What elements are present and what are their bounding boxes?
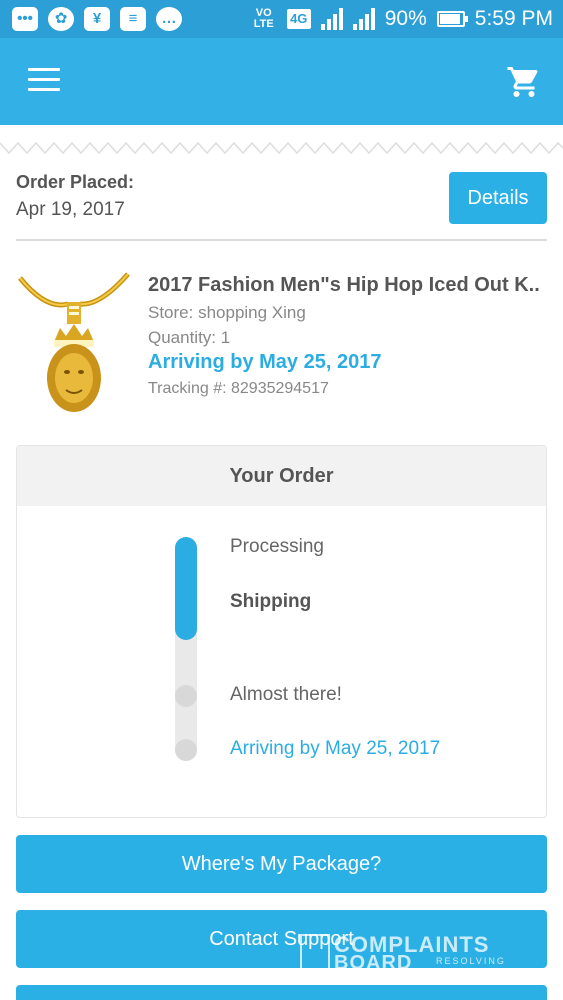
order-progress-card: Your Order Processing Shipping Almost th… [16, 445, 547, 818]
status-system-icons: VO LTE 4G 90% 5:59 PM [251, 7, 553, 31]
clock: 5:59 PM [474, 7, 553, 30]
order-placed-label: Order Placed: [16, 172, 135, 192]
app-icon: ✿ [48, 7, 74, 31]
product-quantity: Quantity: 1 [148, 328, 231, 347]
progress-dot [175, 739, 197, 761]
order-placed-date: Apr 19, 2017 [16, 199, 125, 220]
section-divider [16, 239, 547, 241]
step-arriving: Arriving by May 25, 2017 [230, 738, 441, 759]
watermark-logo-icon [300, 934, 330, 972]
step-processing: Processing [230, 536, 324, 557]
product-arrival: Arriving by May 25, 2017 [148, 351, 382, 373]
step-almost-there: Almost there! [230, 684, 342, 705]
next-action-button[interactable] [16, 985, 547, 1000]
details-button[interactable]: Details [449, 172, 547, 224]
message-icon: ••• [12, 7, 38, 31]
shop-icon: ¥ [84, 7, 110, 31]
watermark-line3: RESOLVING [436, 956, 506, 966]
order-progress-title: Your Order [17, 446, 546, 506]
signal-icon [320, 8, 343, 30]
product-title[interactable]: 2017 Fashion Men"s Hip Hop Iced Out K.. [148, 274, 553, 297]
step-shipping: Shipping [230, 591, 312, 612]
product-store: Store: shopping Xing [148, 303, 306, 322]
chat-icon: … [156, 7, 182, 31]
hamburger-menu-icon[interactable] [28, 68, 60, 94]
network-type-icon: 4G [286, 9, 311, 29]
zigzag-divider [0, 141, 563, 155]
app-bar [0, 38, 563, 125]
signal-icon-2 [352, 8, 375, 30]
wheres-my-package-button[interactable]: Where's My Package? [16, 835, 547, 893]
volte-label: VO LTE [253, 7, 274, 30]
watermark-line2: BOARD [334, 952, 413, 974]
shopping-cart-icon[interactable] [506, 64, 542, 100]
progress-dot [175, 685, 197, 707]
calendar-icon: ≡ [120, 7, 146, 31]
status-notification-icons: ••• ✿ ¥ ≡ … [12, 7, 182, 31]
progress-fill [175, 537, 197, 640]
status-bar: ••• ✿ ¥ ≡ … VO LTE 4G 90% 5:59 PM [0, 0, 563, 38]
battery-icon [436, 11, 468, 27]
complaints-board-watermark: COMPLAINTS BOARD RESOLVING [300, 930, 520, 974]
product-image[interactable] [16, 270, 132, 420]
battery-percent: 90% [384, 7, 427, 30]
tracking-number: Tracking #: 82935294517 [148, 380, 329, 397]
